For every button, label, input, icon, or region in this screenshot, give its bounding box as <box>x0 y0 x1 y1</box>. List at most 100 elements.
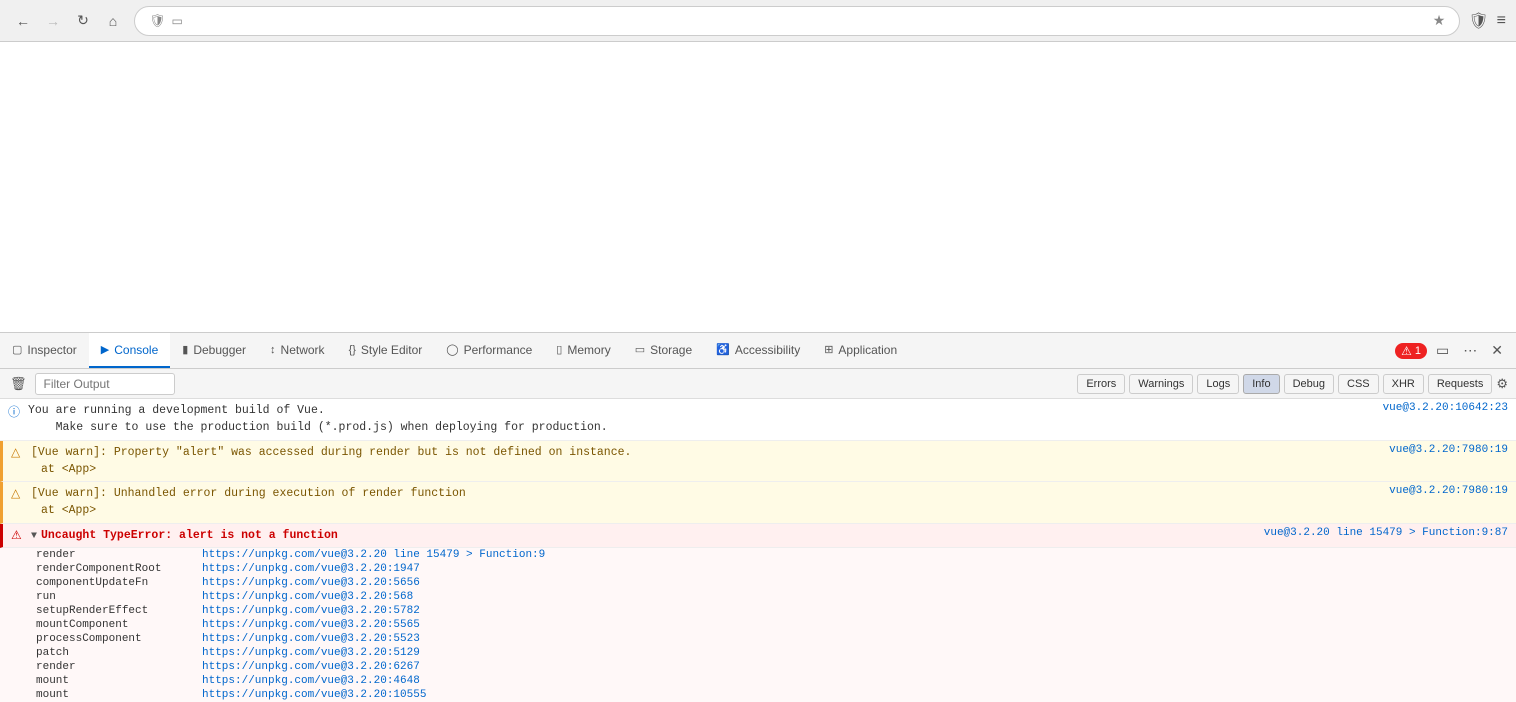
stack-expand-arrow[interactable]: ▼ <box>31 531 37 542</box>
filter-logs-button[interactable]: Logs <box>1197 374 1239 394</box>
stack-row-2: componentUpdateFn https://unpkg.com/vue@… <box>0 576 1516 590</box>
stack-row-3: run https://unpkg.com/vue@3.2.20:568 <box>0 590 1516 604</box>
url-input[interactable]: localhost/csti?username={{alert(1)}} <box>189 13 1427 28</box>
filter-debug-button[interactable]: Debug <box>1284 374 1334 394</box>
nav-buttons: ← → ↻ ⌂ <box>10 8 126 34</box>
console-toolbar-left: 🗑 <box>8 373 175 395</box>
console-settings-icon[interactable]: ⚙ <box>1496 376 1508 392</box>
inspector-icon: ▢ <box>12 343 22 356</box>
more-options-button[interactable]: ⋯ <box>1458 339 1482 362</box>
page-content <box>0 42 1516 332</box>
console-icon: ▶ <box>101 343 109 356</box>
stack-url-10[interactable]: https://unpkg.com/vue@3.2.20:10555 <box>202 689 426 701</box>
warn-msg-source-1[interactable]: vue@3.2.20:7980:19 <box>1369 444 1508 456</box>
stack-row-5: mountComponent https://unpkg.com/vue@3.2… <box>0 618 1516 632</box>
console-message-error: ⚠ ▼ Uncaught TypeError: alert is not a f… <box>0 524 1516 548</box>
forward-button[interactable]: → <box>40 8 66 34</box>
menu-icon[interactable]: ≡ <box>1497 12 1506 30</box>
filter-xhr-button[interactable]: XHR <box>1383 374 1424 394</box>
doc-icon: ▭ <box>172 14 183 28</box>
browser-chrome: ← → ↻ ⌂ 🛡 ▭ localhost/csti?username={{al… <box>0 0 1516 42</box>
warn-msg-text-2: [Vue warn]: Unhandled error during execu… <box>31 485 1369 502</box>
storage-icon: ▭ <box>635 343 645 356</box>
error-msg-source[interactable]: vue@3.2.20 line 15479 > Function:9:87 <box>1244 527 1508 539</box>
stack-url-0[interactable]: https://unpkg.com/vue@3.2.20 line 15479 … <box>202 549 545 561</box>
tab-memory-label: Memory <box>567 343 610 357</box>
filter-output-input[interactable] <box>35 373 175 395</box>
warn-icon-2: △ <box>11 486 25 501</box>
error-icon-msg: ⚠ <box>11 528 25 543</box>
tab-network-label: Network <box>281 343 325 357</box>
stack-url-2[interactable]: https://unpkg.com/vue@3.2.20:5656 <box>202 577 420 589</box>
console-message-warn-2: △ [Vue warn]: Unhandled error during exe… <box>0 482 1516 524</box>
warn-msg-subtext-1: at <App> <box>31 461 1369 478</box>
stack-row-4: setupRenderEffect https://unpkg.com/vue@… <box>0 604 1516 618</box>
console-message-warn-1: △ [Vue warn]: Property "alert" was acces… <box>0 441 1516 483</box>
stack-fn-1: renderComponentRoot <box>36 563 196 575</box>
devtools-panel: ▢ Inspector ▶ Console ▮ Debugger ↕ Netwo… <box>0 332 1516 702</box>
tab-debugger[interactable]: ▮ Debugger <box>170 333 258 368</box>
tab-style-editor[interactable]: {} Style Editor <box>337 333 435 368</box>
shield-right-icon[interactable]: 🛡 <box>1468 11 1488 31</box>
stack-row-9: mount https://unpkg.com/vue@3.2.20:4648 <box>0 674 1516 688</box>
stack-row-7: patch https://unpkg.com/vue@3.2.20:5129 <box>0 646 1516 660</box>
devtools-tabs-right: ⚠ 1 ▭ ⋯ ✕ <box>1395 339 1516 362</box>
style-editor-icon: {} <box>349 344 356 356</box>
tab-inspector-label: Inspector <box>27 343 76 357</box>
tab-performance[interactable]: ◯ Performance <box>434 333 544 368</box>
tab-storage[interactable]: ▭ Storage <box>623 333 704 368</box>
stack-url-4[interactable]: https://unpkg.com/vue@3.2.20:5782 <box>202 605 420 617</box>
stack-fn-10: mount <box>36 689 196 701</box>
error-msg-text: Uncaught TypeError: alert is not a funct… <box>41 527 338 544</box>
network-icon: ↕ <box>270 344 276 356</box>
stack-fn-7: patch <box>36 647 196 659</box>
stack-url-3[interactable]: https://unpkg.com/vue@3.2.20:568 <box>202 591 413 603</box>
filter-css-button[interactable]: CSS <box>1338 374 1379 394</box>
stack-url-7[interactable]: https://unpkg.com/vue@3.2.20:5129 <box>202 647 420 659</box>
tab-storage-label: Storage <box>650 343 692 357</box>
warn-msg-content-1: [Vue warn]: Property "alert" was accesse… <box>31 444 1369 479</box>
info-msg-source[interactable]: vue@3.2.20:10642:23 <box>1363 402 1508 414</box>
bookmark-icon[interactable]: ★ <box>1433 12 1446 29</box>
dock-button[interactable]: ▭ <box>1431 339 1454 362</box>
tab-network[interactable]: ↕ Network <box>258 333 337 368</box>
stack-row-8: render https://unpkg.com/vue@3.2.20:6267 <box>0 660 1516 674</box>
error-count-badge[interactable]: ⚠ 1 <box>1395 343 1427 359</box>
tab-application[interactable]: ⊞ Application <box>812 333 909 368</box>
stack-row-6: processComponent https://unpkg.com/vue@3… <box>0 632 1516 646</box>
tab-application-label: Application <box>838 343 897 357</box>
stack-url-8[interactable]: https://unpkg.com/vue@3.2.20:6267 <box>202 661 420 673</box>
info-msg-text: You are running a development build of V… <box>28 402 1363 437</box>
address-bar[interactable]: 🛡 ▭ localhost/csti?username={{alert(1)}}… <box>134 6 1460 36</box>
warn-icon-1: △ <box>11 445 25 460</box>
back-button[interactable]: ← <box>10 8 36 34</box>
warn-msg-source-2[interactable]: vue@3.2.20:7980:19 <box>1369 485 1508 497</box>
devtools-tabs-bar: ▢ Inspector ▶ Console ▮ Debugger ↕ Netwo… <box>0 333 1516 369</box>
stack-url-6[interactable]: https://unpkg.com/vue@3.2.20:5523 <box>202 633 420 645</box>
application-icon: ⊞ <box>824 343 833 356</box>
tab-memory[interactable]: ▯ Memory <box>544 333 622 368</box>
console-messages-area: ⓘ You are running a development build of… <box>0 399 1516 702</box>
stack-fn-6: processComponent <box>36 633 196 645</box>
stack-fn-8: render <box>36 661 196 673</box>
stack-url-1[interactable]: https://unpkg.com/vue@3.2.20:1947 <box>202 563 420 575</box>
warn-msg-subtext-2: at <App> <box>31 502 1369 519</box>
filter-errors-button[interactable]: Errors <box>1077 374 1125 394</box>
filter-warnings-button[interactable]: Warnings <box>1129 374 1193 394</box>
tab-console-label: Console <box>114 343 158 357</box>
filter-info-button[interactable]: Info <box>1243 374 1279 394</box>
tab-performance-label: Performance <box>464 343 533 357</box>
tab-accessibility[interactable]: ♿ Accessibility <box>704 333 812 368</box>
reload-button[interactable]: ↻ <box>70 8 96 34</box>
close-devtools-button[interactable]: ✕ <box>1486 339 1508 362</box>
console-message-info: ⓘ You are running a development build of… <box>0 399 1516 441</box>
filter-requests-button[interactable]: Requests <box>1428 374 1492 394</box>
tab-inspector[interactable]: ▢ Inspector <box>0 333 89 368</box>
warn-msg-content-2: [Vue warn]: Unhandled error during execu… <box>31 485 1369 520</box>
tab-console[interactable]: ▶ Console <box>89 333 171 368</box>
home-button[interactable]: ⌂ <box>100 8 126 34</box>
stack-url-9[interactable]: https://unpkg.com/vue@3.2.20:4648 <box>202 675 420 687</box>
console-toolbar: 🗑 Errors Warnings Logs Info Debug CSS XH… <box>0 369 1516 399</box>
stack-url-5[interactable]: https://unpkg.com/vue@3.2.20:5565 <box>202 619 420 631</box>
clear-console-button[interactable]: 🗑 <box>8 374 29 394</box>
